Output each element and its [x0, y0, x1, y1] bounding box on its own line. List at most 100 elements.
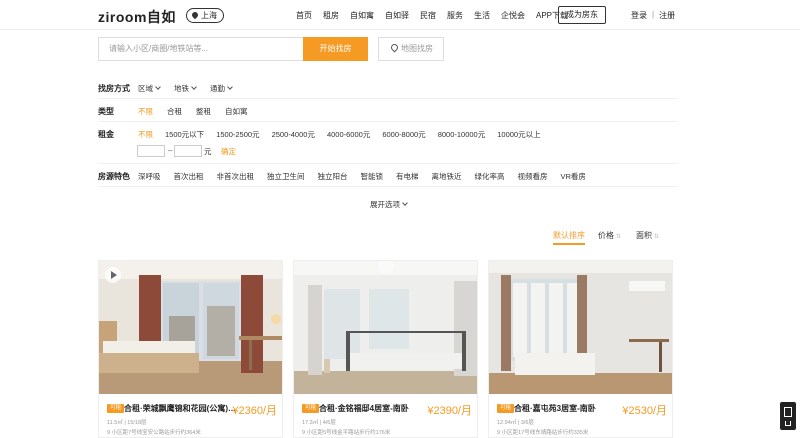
filter-rent-option[interactable]: 8000-10000元 — [438, 129, 486, 140]
feature-vr-tour[interactable]: VR看房 — [561, 171, 586, 182]
listing-meta: 11.5㎡ | 15/18层 — [107, 420, 147, 426]
listing-photo[interactable] — [294, 261, 477, 394]
filter-features-row: 房源特色 深呼吸 首次出租 非首次出租 独立卫生间 独立阳台 智能锁 有电梯 离… — [98, 171, 678, 182]
rent-min-input[interactable] — [137, 145, 165, 157]
sort-arrows-icon: ⇅ — [654, 234, 660, 240]
divider — [98, 98, 678, 99]
feature-smart-lock[interactable]: 智能锁 — [361, 171, 384, 182]
sort-price[interactable]: 价格 ⇅ — [598, 230, 621, 241]
feature-near-subway[interactable]: 离地铁近 — [432, 171, 462, 182]
feature-private-bathroom[interactable]: 独立卫生间 — [267, 171, 305, 182]
feature-not-first-rental[interactable]: 非首次出租 — [217, 171, 255, 182]
listing-meta: 12.94㎡ | 3/6层 — [497, 420, 534, 426]
sort-default[interactable]: 默认排序 — [553, 230, 585, 241]
listing-tag: 可租 — [497, 404, 515, 413]
nav-rent[interactable]: 租房 — [323, 10, 339, 21]
register-link[interactable]: 注册 — [659, 10, 675, 21]
city-selector[interactable]: 上海 — [186, 8, 224, 23]
listing-address: 9 小区距5号线金平路站步行约176米 — [302, 430, 391, 436]
rent-confirm-button[interactable]: 确定 — [221, 146, 236, 157]
filter-rent-option[interactable]: 1500元以下 — [165, 129, 204, 140]
listing-tag: 可租 — [302, 404, 320, 413]
filter-rent-any[interactable]: 不限 — [138, 129, 153, 140]
nav-life[interactable]: 生活 — [474, 10, 490, 21]
listing-info: 可租 合租·金铭福邸4居室-南卧 ¥2390/月 17.3㎡ | 4/6层 9 … — [294, 394, 477, 437]
feature-green[interactable]: 绿化率高 — [475, 171, 505, 182]
filter-rent-option[interactable]: 2500-4000元 — [272, 129, 315, 140]
listing-title[interactable]: 合租·嘉屯苑3居室-南卧 — [514, 403, 626, 414]
divider — [98, 186, 678, 187]
chevron-down-icon — [191, 84, 197, 90]
filter-method-title: 找房方式 — [98, 84, 130, 93]
nav-enterprise[interactable]: 企悦会 — [501, 10, 525, 21]
listing-address: 9 小区距17号线东靖路站步行约335米 — [497, 430, 589, 436]
divider — [98, 163, 678, 164]
search-input[interactable]: 请输入小区/商圈/地铁站等... — [98, 37, 303, 61]
listing-photo[interactable] — [99, 261, 282, 394]
map-search-button[interactable]: 地图找房 — [378, 37, 444, 61]
listing-price: ¥2390/月 — [427, 405, 472, 417]
main-nav: 首页 租房 自如寓 自如驿 民宿 服务 生活 企悦会 APP下载 — [296, 10, 579, 21]
filter-rent-option[interactable]: 1500-2500元 — [216, 129, 259, 140]
search-button[interactable]: 开始找房 — [303, 37, 368, 61]
nav-homestay[interactable]: 民宿 — [420, 10, 436, 21]
listing-meta: 17.3㎡ | 4/6层 — [302, 420, 336, 426]
filter-type-shared[interactable]: 合租 — [167, 106, 182, 117]
sort-active-underline — [553, 243, 585, 245]
map-pin-icon — [389, 42, 400, 53]
filter-method-area[interactable]: 区域 — [138, 83, 161, 94]
listing-info: 可租 合租·嘉屯苑3居室-南卧 ¥2530/月 12.94㎡ | 3/6层 9 … — [489, 394, 672, 437]
divider — [98, 121, 678, 122]
filter-type-title: 类型 — [98, 107, 114, 116]
rent-unit-label: 元 — [204, 147, 212, 156]
nav-ziroom-apartment[interactable]: 自如寓 — [350, 10, 374, 21]
filter-type-whole[interactable]: 整租 — [196, 106, 211, 117]
feature-private-balcony[interactable]: 独立阳台 — [318, 171, 348, 182]
login-link[interactable]: 登录 — [631, 10, 647, 21]
listing-card[interactable]: 可租 合租·荣城飘鹰锦和花园(公寓)3居室-南卧 ¥2360/月 11.5㎡ |… — [98, 260, 283, 438]
chevron-down-icon — [402, 200, 408, 206]
filter-rent-option[interactable]: 6000-8000元 — [382, 129, 425, 140]
ziroom-logo[interactable]: ziroom自如 — [98, 7, 176, 27]
listing-tag: 可租 — [107, 404, 125, 413]
filter-rent-option[interactable]: 4000-6000元 — [327, 129, 370, 140]
feature-video-tour[interactable]: 视频看房 — [518, 171, 548, 182]
auth-divider: | — [652, 10, 655, 19]
filter-type-row: 类型 不限 合租 整租 自如寓 — [98, 106, 678, 117]
city-label: 上海 — [201, 11, 217, 20]
floating-tools-button[interactable] — [780, 402, 796, 430]
nav-home[interactable]: 首页 — [296, 10, 312, 21]
chevron-down-icon — [155, 84, 161, 90]
feature-deep-breath[interactable]: 深呼吸 — [138, 171, 161, 182]
filter-method-subway[interactable]: 地铁 — [174, 83, 197, 94]
listing-card[interactable]: 可租 合租·嘉屯苑3居室-南卧 ¥2530/月 12.94㎡ | 3/6层 9 … — [488, 260, 673, 438]
listing-photo[interactable] — [489, 261, 672, 394]
become-landlord-button[interactable]: 成为房东 — [558, 6, 606, 24]
listing-card[interactable]: 可租 合租·金铭福邸4居室-南卧 ¥2390/月 17.3㎡ | 4/6层 9 … — [293, 260, 478, 438]
filter-rent-title: 租金 — [98, 130, 114, 139]
listing-title[interactable]: 合租·金铭福邸4居室-南卧 — [319, 403, 431, 414]
filter-method-row: 找房方式 区域 地铁 通勤 — [98, 83, 678, 94]
listing-address: 9 小区距7号线宝安公路站步行约364米 — [107, 430, 201, 436]
filter-rent-option[interactable]: 10000元以上 — [497, 129, 540, 140]
document-icon — [784, 407, 792, 417]
listing-price: ¥2530/月 — [622, 405, 667, 417]
listing-title[interactable]: 合租·荣城飘鹰锦和花园(公寓)3居室-南卧 — [124, 403, 236, 414]
nav-service[interactable]: 服务 — [447, 10, 463, 21]
nav-ziroom-station[interactable]: 自如驿 — [385, 10, 409, 21]
listing-info: 可租 合租·荣城飘鹰锦和花园(公寓)3居室-南卧 ¥2360/月 11.5㎡ |… — [99, 394, 282, 437]
video-play-icon[interactable] — [105, 267, 121, 283]
filter-rent-row: 租金 不限 1500元以下 1500-2500元 2500-4000元 4000… — [98, 129, 678, 140]
filter-type-ziroom-apartment[interactable]: 自如寓 — [225, 106, 248, 117]
expand-options-label: 展开选项 — [370, 200, 400, 209]
rent-range-dash: – — [168, 146, 173, 155]
sort-arrows-icon: ⇅ — [616, 234, 622, 240]
sort-area[interactable]: 面积 ⇅ — [636, 230, 659, 241]
filter-method-commute[interactable]: 通勤 — [210, 83, 233, 94]
expand-options-button[interactable]: 展开选项 — [370, 199, 408, 210]
feature-first-rental[interactable]: 首次出租 — [174, 171, 204, 182]
filter-type-any[interactable]: 不限 — [138, 106, 153, 117]
feature-elevator[interactable]: 有电梯 — [396, 171, 419, 182]
chevron-down-icon — [227, 84, 233, 90]
rent-max-input[interactable] — [174, 145, 202, 157]
